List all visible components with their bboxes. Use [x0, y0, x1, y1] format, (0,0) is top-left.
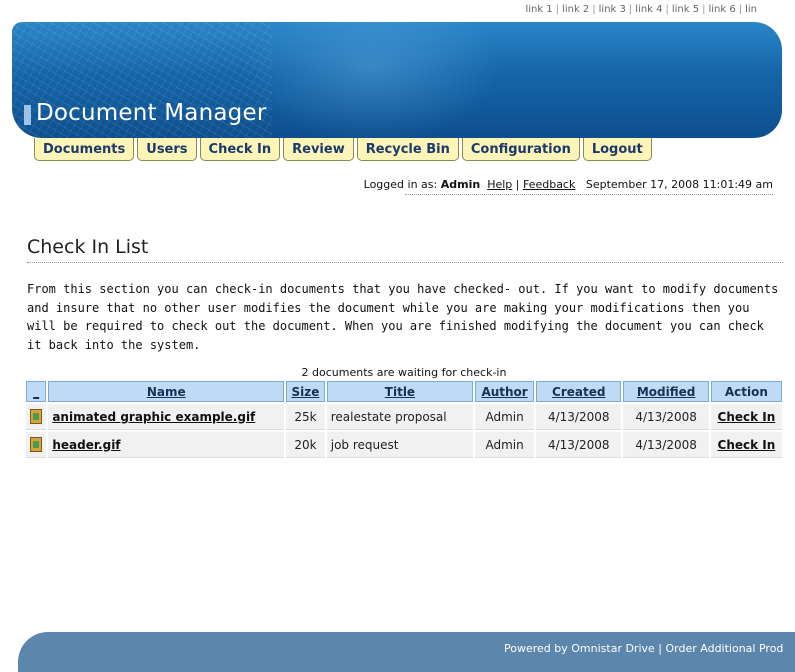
- pending-count: 2 documents are waiting for check-in: [301, 366, 507, 379]
- login-datetime: September 17, 2008 11:01:49 am: [585, 178, 773, 191]
- document-name-link[interactable]: header.gif: [52, 438, 120, 452]
- check-in-link[interactable]: Check In: [718, 438, 776, 452]
- title-cell: job request: [326, 432, 474, 458]
- powered-by-text: Powered by Omnistar Drive: [504, 642, 655, 655]
- size-cell: 25k: [286, 404, 325, 430]
- column-header-created[interactable]: Created: [536, 381, 622, 402]
- file-type-cell: [26, 432, 47, 458]
- modified-cell: 4/13/2008: [623, 432, 709, 458]
- name-cell: header.gif: [48, 432, 285, 458]
- created-cell: 4/13/2008: [536, 404, 622, 430]
- tab-review[interactable]: Review: [283, 138, 354, 161]
- feedback-link[interactable]: Feedback: [523, 178, 575, 191]
- top-link-1[interactable]: link 1: [525, 4, 552, 15]
- column-header-icon[interactable]: _: [26, 381, 47, 402]
- name-cell: animated graphic example.gif: [48, 404, 285, 430]
- page-title: Check In List: [27, 236, 149, 258]
- order-link[interactable]: Order Additional Prod: [666, 642, 784, 655]
- top-links: link 1 | link 2 | link 3 | link 4 | link 5 | link …: [525, 4, 757, 15]
- header-banner: Document Manager: [12, 22, 782, 138]
- top-link-7[interactable]: lin: [745, 4, 757, 15]
- column-header-name[interactable]: Name: [48, 381, 285, 402]
- login-status: Logged in as: Admin Help | Feedback Sept…: [363, 178, 773, 191]
- main-nav: Documents Users Check In Review Recycle …: [34, 138, 652, 161]
- intro-text: From this section you can check-in docum…: [27, 282, 779, 352]
- help-link[interactable]: Help: [487, 178, 512, 191]
- column-header-modified[interactable]: Modified: [623, 381, 709, 402]
- check-in-table: _ Name Size Title Author Created Modifie…: [24, 379, 784, 460]
- author-cell: Admin: [475, 404, 535, 430]
- table-row: animated graphic example.gif 25k realest…: [26, 404, 782, 430]
- tab-configuration[interactable]: Configuration: [461, 138, 580, 161]
- size-cell: 20k: [286, 432, 325, 458]
- created-cell: 4/13/2008: [536, 432, 622, 458]
- top-link-4[interactable]: link 4: [635, 4, 662, 15]
- action-cell: Check In: [710, 432, 782, 458]
- login-divider: [405, 194, 773, 195]
- footer-text: Powered by Omnistar Drive | Order Additi…: [504, 642, 784, 655]
- app-title: Document Manager: [36, 100, 267, 126]
- column-header-action: Action: [710, 381, 782, 402]
- login-prefix: Logged in as:: [363, 178, 438, 191]
- table-header-row: _ Name Size Title Author Created Modifie…: [26, 381, 782, 402]
- top-link-6[interactable]: link 6: [708, 4, 735, 15]
- check-in-link[interactable]: Check In: [718, 410, 776, 424]
- banner-glow: [242, 22, 502, 138]
- title-divider: [27, 262, 783, 263]
- top-link-5[interactable]: link 5: [672, 4, 699, 15]
- action-cell: Check In: [710, 404, 782, 430]
- top-link-2[interactable]: link 2: [562, 4, 589, 15]
- gif-file-icon: [30, 437, 43, 452]
- file-type-cell: [26, 404, 47, 430]
- document-name-link[interactable]: animated graphic example.gif: [52, 410, 255, 424]
- login-user: Admin: [440, 178, 481, 191]
- column-header-size[interactable]: Size: [286, 381, 325, 402]
- tab-logout[interactable]: Logout: [582, 138, 652, 161]
- tab-users[interactable]: Users: [137, 138, 197, 161]
- title-accent-bar: [24, 105, 31, 125]
- tab-documents[interactable]: Documents: [34, 138, 135, 161]
- author-cell: Admin: [475, 432, 535, 458]
- tab-recycle-bin[interactable]: Recycle Bin: [356, 138, 459, 161]
- top-link-3[interactable]: link 3: [599, 4, 626, 15]
- table-row: header.gif 20k job request Admin 4/13/20…: [26, 432, 782, 458]
- gif-file-icon: [30, 409, 43, 424]
- column-header-title[interactable]: Title: [326, 381, 474, 402]
- column-header-author[interactable]: Author: [475, 381, 535, 402]
- title-cell: realestate proposal: [326, 404, 474, 430]
- modified-cell: 4/13/2008: [623, 404, 709, 430]
- tab-check-in[interactable]: Check In: [199, 138, 281, 161]
